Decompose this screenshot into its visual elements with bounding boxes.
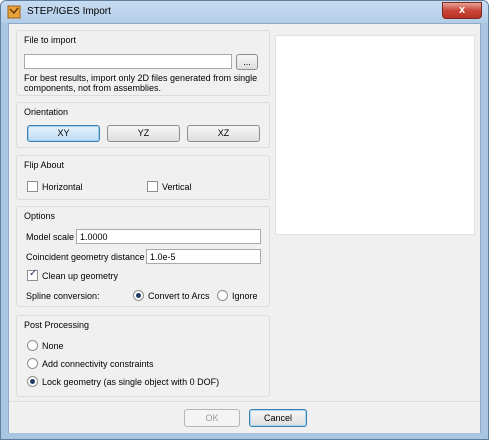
file-to-import-title: File to import bbox=[24, 35, 77, 45]
ignore-radio[interactable] bbox=[217, 290, 228, 301]
post-connectivity-label: Add connectivity constraints bbox=[42, 359, 154, 369]
post-none-radio[interactable] bbox=[27, 340, 38, 351]
post-lock-geometry-radio[interactable] bbox=[27, 376, 38, 387]
options-group: Options Model scale 1.0000 Coincident ge… bbox=[16, 206, 270, 307]
horizontal-label: Horizontal bbox=[42, 182, 83, 192]
vertical-checkbox[interactable] bbox=[147, 181, 158, 192]
post-connectivity-radio[interactable] bbox=[27, 358, 38, 369]
convert-to-arcs-radio[interactable] bbox=[133, 290, 144, 301]
spline-conversion-label: Spline conversion: bbox=[26, 291, 100, 301]
orientation-xz-button[interactable]: XZ bbox=[187, 125, 260, 142]
post-processing-group: Post Processing None Add connectivity co… bbox=[16, 315, 270, 397]
orientation-xy-button[interactable]: XY bbox=[27, 125, 100, 142]
title-bar[interactable]: STEP/IGES Import x bbox=[1, 1, 488, 23]
model-scale-input[interactable]: 1.0000 bbox=[76, 229, 261, 244]
close-button[interactable]: x bbox=[442, 2, 482, 19]
app-icon bbox=[7, 5, 21, 19]
model-scale-label: Model scale bbox=[26, 232, 75, 242]
flip-about-title: Flip About bbox=[24, 160, 65, 170]
button-bar: OK Cancel bbox=[9, 401, 480, 433]
orientation-yz-button[interactable]: YZ bbox=[107, 125, 180, 142]
dialog-window: STEP/IGES Import x File to import ... Fo… bbox=[0, 0, 489, 440]
horizontal-checkbox[interactable] bbox=[27, 181, 38, 192]
vertical-label: Vertical bbox=[162, 182, 192, 192]
file-path-input[interactable] bbox=[24, 54, 232, 69]
orientation-group: Orientation XY YZ XZ bbox=[16, 102, 270, 148]
coincident-distance-label: Coincident geometry distance bbox=[26, 252, 145, 262]
close-icon: x bbox=[458, 4, 466, 16]
coincident-distance-input[interactable]: 1.0e-5 bbox=[146, 249, 261, 264]
file-to-import-group: File to import ... For best results, imp… bbox=[16, 30, 270, 96]
orientation-title: Orientation bbox=[24, 107, 69, 117]
preview-panel bbox=[275, 35, 475, 235]
options-title: Options bbox=[24, 211, 56, 221]
cleanup-geometry-checkbox[interactable] bbox=[27, 268, 38, 281]
browse-button[interactable]: ... bbox=[236, 54, 258, 70]
import-note: For best results, import only 2D files g… bbox=[24, 73, 258, 93]
post-processing-title: Post Processing bbox=[24, 320, 90, 330]
post-none-label: None bbox=[42, 341, 64, 351]
cancel-button[interactable]: Cancel bbox=[249, 409, 307, 427]
window-title: STEP/IGES Import bbox=[27, 6, 111, 17]
convert-to-arcs-label: Convert to Arcs bbox=[148, 291, 210, 301]
post-lock-geometry-label: Lock geometry (as single object with 0 D… bbox=[42, 377, 220, 387]
cleanup-geometry-label: Clean up geometry bbox=[42, 271, 119, 281]
dialog-body: File to import ... For best results, imp… bbox=[8, 23, 481, 433]
ok-button[interactable]: OK bbox=[184, 409, 240, 427]
flip-about-group: Flip About Horizontal Vertical bbox=[16, 155, 270, 200]
ignore-label: Ignore bbox=[232, 291, 258, 301]
